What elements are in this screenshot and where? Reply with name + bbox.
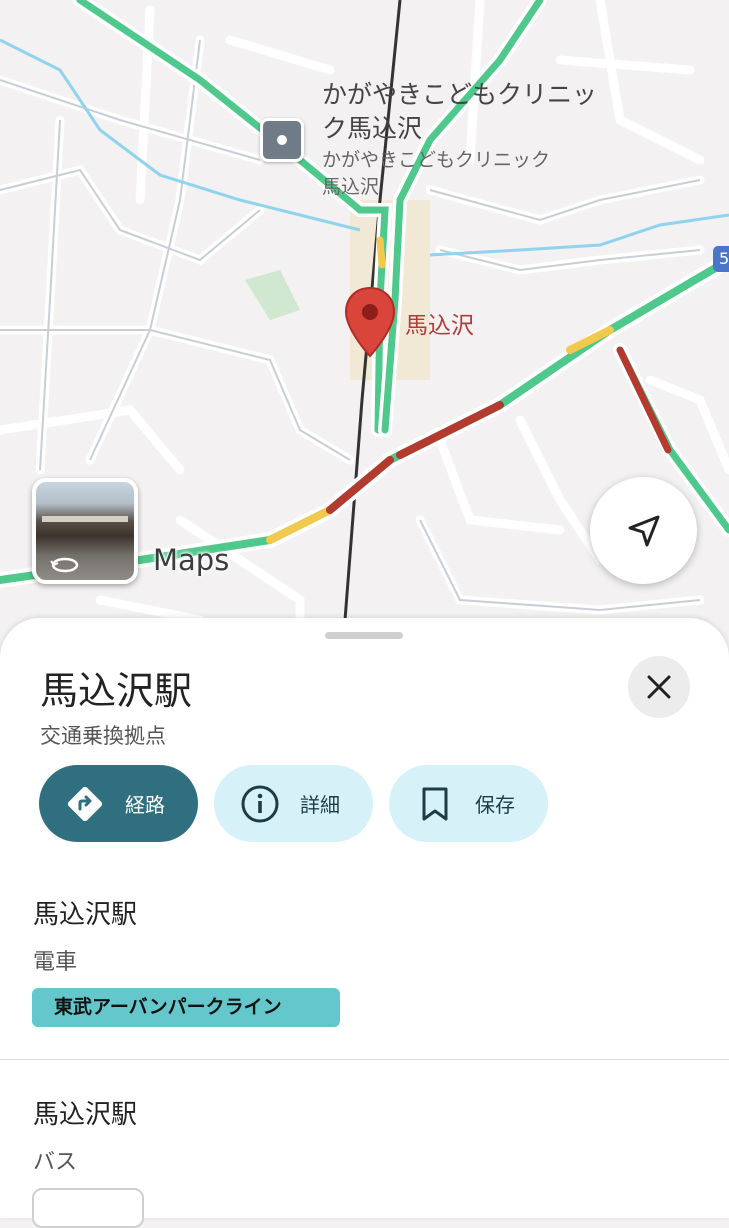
bus-route-chip[interactable] <box>32 1188 144 1228</box>
directions-label: 経路 <box>125 793 165 817</box>
section-mode-bus: バス <box>33 1150 78 1175</box>
bookmark-icon <box>422 787 448 820</box>
place-title: 馬込沢駅 <box>40 669 193 713</box>
map-view[interactable]: かがやきこどもクリニック馬込沢 かがやきこどもクリニック馬込沢 馬込沢 5 Ma… <box>0 0 729 705</box>
place-category: 交通乗換拠点 <box>40 724 166 748</box>
place-bottom-sheet[interactable]: 馬込沢駅 交通乗換拠点 経路 詳細 保存 馬込沢駅 電車 東武アーバンパークライ… <box>0 618 729 1228</box>
section-title-train: 馬込沢駅 <box>33 900 138 930</box>
info-icon <box>241 785 279 822</box>
street-view-rotate-icon <box>50 557 79 573</box>
building-icon[interactable] <box>260 118 304 162</box>
maps-brand-text: Maps <box>153 543 230 577</box>
section-mode-train: 電車 <box>33 950 78 975</box>
details-label: 詳細 <box>300 793 340 817</box>
poi-label-secondary: かがやきこどもクリニック馬込沢 <box>322 149 551 198</box>
route-badge: 5 <box>713 246 729 272</box>
location-pin-icon[interactable] <box>344 286 396 358</box>
poi-label[interactable]: かがやきこどもクリニック馬込沢 <box>322 78 612 146</box>
directions-button[interactable]: 経路 <box>39 765 198 842</box>
details-button[interactable]: 詳細 <box>214 765 373 842</box>
drag-handle[interactable] <box>325 632 403 639</box>
station-label[interactable]: 馬込沢 <box>405 306 474 340</box>
locate-button[interactable] <box>590 477 697 584</box>
divider <box>0 1059 729 1060</box>
street-view-thumbnail[interactable] <box>32 478 138 584</box>
save-label: 保存 <box>475 793 515 817</box>
section-title-bus: 馬込沢駅 <box>33 1100 138 1130</box>
navigation-arrow-icon <box>628 515 659 546</box>
close-icon <box>647 675 671 699</box>
directions-icon <box>67 786 103 821</box>
line-chip[interactable]: 東武アーバンパークライン <box>32 988 340 1027</box>
close-button[interactable] <box>628 656 690 718</box>
save-button[interactable]: 保存 <box>389 765 548 842</box>
